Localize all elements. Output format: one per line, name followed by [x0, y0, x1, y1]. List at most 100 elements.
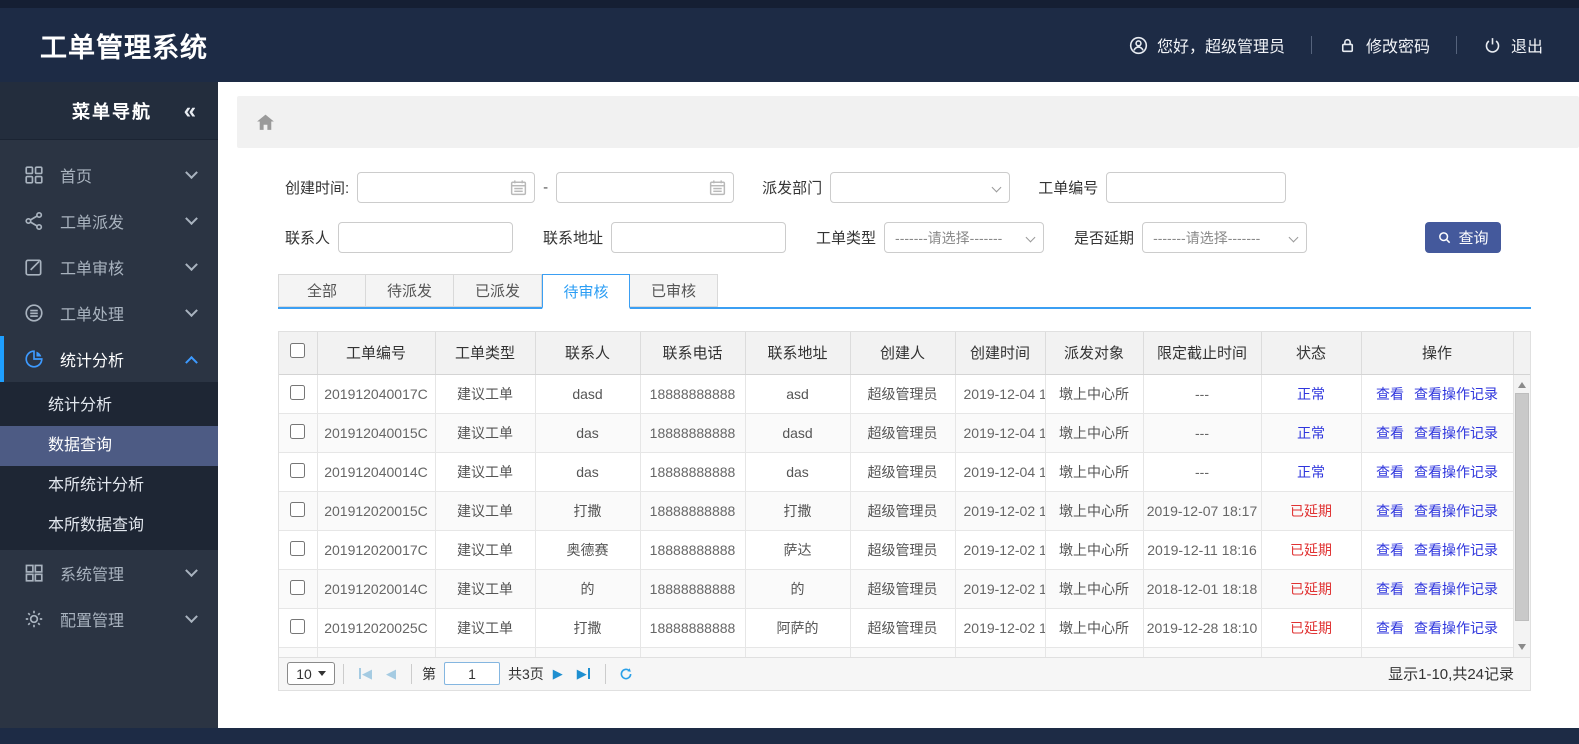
address-cell: asd	[745, 374, 851, 414]
search-button[interactable]: 查询	[1425, 222, 1501, 253]
delay-label: 是否延期	[1074, 230, 1135, 247]
tab-reviewed[interactable]: 已审核	[630, 274, 718, 307]
logout-link[interactable]: 退出	[1483, 33, 1543, 57]
view-link[interactable]: 查看	[1376, 581, 1404, 597]
table-row: 201912020017C 建议工单 奥德赛 18888888888 萨达 超级管理员 20…	[279, 530, 1514, 570]
change-password-link[interactable]: 修改密码	[1338, 33, 1430, 57]
chevron-down-icon	[317, 671, 326, 676]
row-checkbox[interactable]	[290, 580, 306, 595]
sidebar-item-config[interactable]: 配置管理	[0, 596, 218, 642]
creator-cell: 超级管理员	[850, 530, 956, 570]
sidebar-subitem-branch-data-query[interactable]: 本所数据查询	[0, 506, 218, 546]
create-time-from-input[interactable]	[357, 172, 536, 203]
row-checkbox[interactable]	[290, 463, 306, 478]
next-page-button[interactable]: ▶	[553, 667, 563, 680]
view-link[interactable]: 查看	[1376, 620, 1404, 636]
address-label: 联系地址	[543, 230, 604, 247]
column-header: 派发对象	[1045, 332, 1144, 375]
sidebar: 菜单导航 « 首页 工单派发 工单审核 工单处理 统计分析 统计分析 数据查询 本所统计分析本…	[0, 82, 218, 728]
pager-divider	[604, 663, 606, 684]
pagination-bar: 10 ◀ ◀ 第 共3页 ▶ ▶ 显示1-10,共24	[278, 657, 1531, 691]
delay-select[interactable]: -------请选择-------	[1142, 222, 1308, 253]
sidebar-item-home[interactable]: 首页	[0, 152, 218, 198]
pager-summary: 显示1-10,共24记录	[1388, 666, 1514, 683]
sidebar-title: 菜单导航	[72, 101, 152, 122]
order-type-cell: 建议工单	[435, 569, 536, 609]
cell	[1261, 647, 1362, 657]
row-checkbox-cell	[279, 569, 318, 609]
scrollbar-thumb[interactable]	[1515, 392, 1529, 621]
contact-input[interactable]	[338, 222, 514, 253]
refresh-icon[interactable]	[618, 666, 634, 682]
target-cell: 墩上中心所	[1045, 374, 1144, 414]
view-link[interactable]: 查看	[1376, 542, 1404, 558]
status-badge: 已延期	[1261, 491, 1362, 531]
view-log-link[interactable]: 查看操作记录	[1414, 581, 1498, 597]
order-no-input[interactable]	[1106, 172, 1287, 203]
prev-page-button[interactable]: ◀	[386, 667, 396, 680]
table-row: 201912020014C 建议工单的 18888888888 的超级管理员 2019-…	[279, 569, 1514, 609]
view-link[interactable]: 查看	[1376, 425, 1404, 441]
sidebar-item-label: 统计分析	[60, 353, 125, 370]
row-checkbox-cell	[279, 413, 318, 453]
work-order-table: 工单编号 工单类型 联系人 联系电话 联系地址 创建人 创建时间 派发对象 限定截止时间 状态 操作…	[278, 331, 1531, 658]
order-type-select[interactable]: -------请选择-------	[884, 222, 1045, 253]
view-log-link[interactable]: 查看操作记录	[1414, 425, 1498, 441]
phone-cell: 18888888888	[640, 569, 746, 609]
view-log-link[interactable]: 查看操作记录	[1414, 542, 1498, 558]
view-link[interactable]: 查看	[1376, 386, 1404, 402]
tab-to-review[interactable]: 待审核	[542, 274, 630, 309]
row-checkbox[interactable]	[290, 619, 306, 634]
view-log-link[interactable]: 查看操作记录	[1414, 503, 1498, 519]
sidebar-collapse-icon[interactable]: «	[184, 99, 196, 122]
home-icon[interactable]	[255, 112, 276, 133]
sidebar-item-stats[interactable]: 统计分析	[0, 336, 218, 382]
create-time-to-input[interactable]	[556, 172, 735, 203]
row-checkbox[interactable]	[290, 384, 306, 400]
dispatch-dept-select[interactable]	[830, 172, 1011, 203]
view-log-link[interactable]: 查看操作记录	[1414, 464, 1498, 480]
status-badge: 已延期	[1261, 530, 1362, 570]
app-title: 工单管理系统	[40, 32, 208, 63]
modules-icon	[24, 563, 44, 583]
tab-to-dispatch[interactable]: 待派发	[366, 274, 454, 307]
table-scrollbar[interactable]	[1513, 374, 1530, 657]
target-cell: 墩上中心所	[1045, 608, 1144, 648]
column-header: 联系地址	[745, 332, 851, 375]
row-checkbox[interactable]	[290, 541, 306, 556]
column-header: 操作	[1361, 332, 1514, 375]
deadline-cell: ---	[1143, 452, 1262, 492]
scroll-up-icon[interactable]	[1514, 377, 1530, 393]
sidebar-item-process[interactable]: 工单处理	[0, 290, 218, 336]
page-size-select[interactable]: 10	[287, 662, 335, 685]
column-header: 联系电话	[640, 332, 746, 375]
view-log-link[interactable]: 查看操作记录	[1414, 620, 1498, 636]
sidebar-subitem-branch-stats[interactable]: 本所统计分析	[0, 466, 218, 506]
table-row-partial	[279, 647, 1514, 657]
sidebar-item-review[interactable]: 工单审核	[0, 244, 218, 290]
table-row: 201912020025C 建议工单 打撒 18888888888 阿萨的 超级管理员 20…	[279, 608, 1514, 648]
created-cell: 2019-12-02 16	[955, 491, 1046, 531]
order-no-cell: 201912020014C	[317, 569, 436, 609]
scroll-down-icon[interactable]	[1514, 639, 1530, 655]
tab-dispatched[interactable]: 已派发	[454, 274, 542, 307]
last-page-button[interactable]: ▶	[577, 667, 590, 680]
contact-label: 联系人	[285, 230, 331, 247]
select-all-checkbox[interactable]	[290, 343, 306, 359]
page-number-input[interactable]	[444, 662, 500, 685]
tab-all[interactable]: 全部	[278, 274, 366, 307]
view-log-link[interactable]: 查看操作记录	[1414, 386, 1498, 402]
row-checkbox[interactable]	[290, 424, 306, 439]
order-no-cell: 201912040015C	[317, 413, 436, 453]
view-link[interactable]: 查看	[1376, 503, 1404, 519]
sidebar-subitem-stats-analysis[interactable]: 统计分析	[0, 386, 218, 426]
address-input[interactable]	[611, 222, 787, 253]
column-header: 限定截止时间	[1143, 332, 1262, 375]
row-checkbox[interactable]	[290, 502, 306, 517]
deadline-cell: 2019-12-11 18:16	[1143, 530, 1262, 570]
sidebar-subitem-data-query[interactable]: 数据查询	[0, 426, 218, 466]
sidebar-item-dispatch[interactable]: 工单派发	[0, 198, 218, 244]
sidebar-item-system[interactable]: 系统管理	[0, 550, 218, 596]
first-page-button[interactable]: ◀	[359, 667, 372, 680]
view-link[interactable]: 查看	[1376, 464, 1404, 480]
